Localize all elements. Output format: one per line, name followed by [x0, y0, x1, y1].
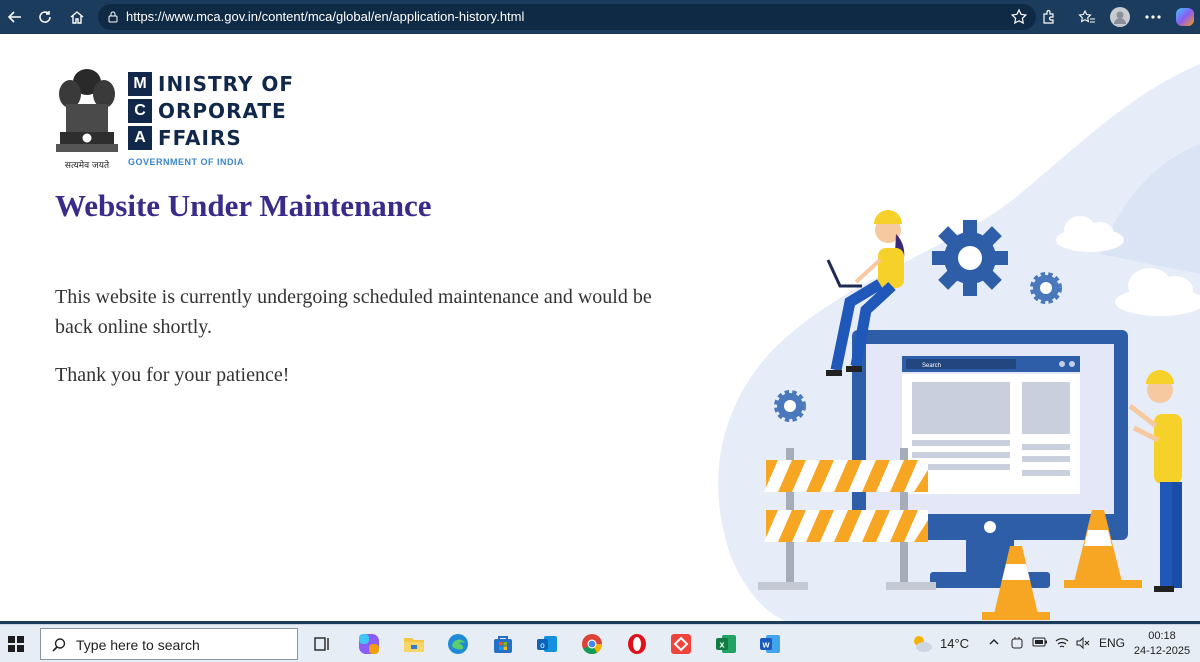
svg-text:w: w [761, 640, 770, 650]
mca-logo: M INISTRY OF C ORPORATE A FFAIRS [128, 70, 294, 151]
gear-icon [1030, 272, 1062, 304]
weather-temperature[interactable]: 14°C [940, 636, 969, 651]
emblem-caption: सत्यमेव जयते [65, 159, 110, 171]
government-of-india-label: GOVERNMENT OF INDIA [128, 157, 245, 167]
logo-word-corporate: ORPORATE [158, 98, 287, 123]
favorites-icon[interactable] [1076, 6, 1098, 28]
back-icon[interactable] [4, 6, 26, 28]
page-title: Website Under Maintenance [55, 188, 432, 223]
weather-icon[interactable] [910, 632, 934, 656]
taskbar-clock[interactable]: 00:18 24-12-2025 [1132, 629, 1192, 659]
national-emblem-logo: सत्यमेव जयते [56, 69, 118, 171]
wifi-icon[interactable] [1055, 636, 1069, 653]
home-icon[interactable] [66, 6, 88, 28]
copilot-icon[interactable] [1174, 6, 1196, 28]
excel-icon[interactable]: x [714, 632, 738, 656]
url-text: https://www.mca.gov.in/content/mca/globa… [126, 9, 525, 24]
browser-toolbar: https://www.mca.gov.in/content/mca/globa… [0, 0, 1200, 34]
chevron-up-icon[interactable] [988, 636, 1000, 651]
logo-word-ministry: INISTRY OF [158, 71, 295, 96]
logo-word-affairs: FFAIRS [158, 125, 242, 150]
profile-avatar[interactable] [1109, 6, 1131, 28]
clock-time: 00:18 [1148, 630, 1176, 642]
battery-icon[interactable] [1032, 636, 1048, 651]
taskbar-search-placeholder: Type here to search [76, 637, 200, 653]
file-explorer-icon[interactable] [402, 632, 426, 656]
gear-icon [932, 220, 1008, 296]
language-indicator[interactable]: ENG [1099, 636, 1125, 650]
favorite-star-icon[interactable] [1010, 8, 1028, 31]
illustration-search-label: Search [922, 363, 941, 369]
copilot-app-icon[interactable] [357, 632, 381, 656]
logo-row-ministry: M INISTRY OF [128, 70, 294, 97]
edge-browser-icon[interactable] [446, 632, 470, 656]
maintenance-message: This website is currently undergoing sch… [55, 286, 652, 338]
refresh-icon[interactable] [34, 6, 56, 28]
address-bar[interactable]: https://www.mca.gov.in/content/mca/globa… [98, 4, 1036, 30]
more-menu-icon[interactable] [1142, 6, 1164, 28]
anydesk-icon[interactable] [669, 632, 693, 656]
microsoft-store-icon[interactable] [491, 632, 515, 656]
search-icon [52, 638, 66, 652]
start-button[interactable] [8, 636, 24, 657]
logo-letter-a: A [128, 125, 152, 150]
logo-row-corporate: C ORPORATE [128, 97, 294, 124]
logo-letter-c: C [128, 98, 152, 123]
logo-letter-m: M [128, 71, 152, 96]
clock-date: 24-12-2025 [1133, 645, 1191, 657]
chrome-icon[interactable] [580, 632, 604, 656]
svg-text:o: o [540, 641, 545, 650]
extensions-icon[interactable] [1038, 6, 1060, 28]
outlook-icon[interactable]: o [535, 632, 559, 656]
volume-muted-icon[interactable] [1076, 636, 1090, 653]
logo-row-affairs: A FFAIRS [128, 124, 294, 151]
word-icon[interactable]: w [758, 632, 782, 656]
task-view-icon[interactable] [310, 632, 334, 656]
maintenance-page: सत्यमेव जयते M INISTRY OF C ORPORATE A F… [0, 34, 1200, 624]
meet-now-icon[interactable] [1010, 636, 1024, 653]
gear-icon [774, 390, 806, 422]
site-info-icon[interactable] [106, 10, 120, 29]
taskbar-search-input[interactable]: Type here to search [40, 628, 298, 660]
taskbar: Type here to search o x w 14°C ENG 00:18… [0, 624, 1200, 662]
maintenance-illustration: Search [718, 64, 1200, 624]
svg-text:x: x [719, 640, 724, 650]
opera-icon[interactable] [625, 632, 649, 656]
thanks-message: Thank you for your patience! [55, 364, 290, 386]
